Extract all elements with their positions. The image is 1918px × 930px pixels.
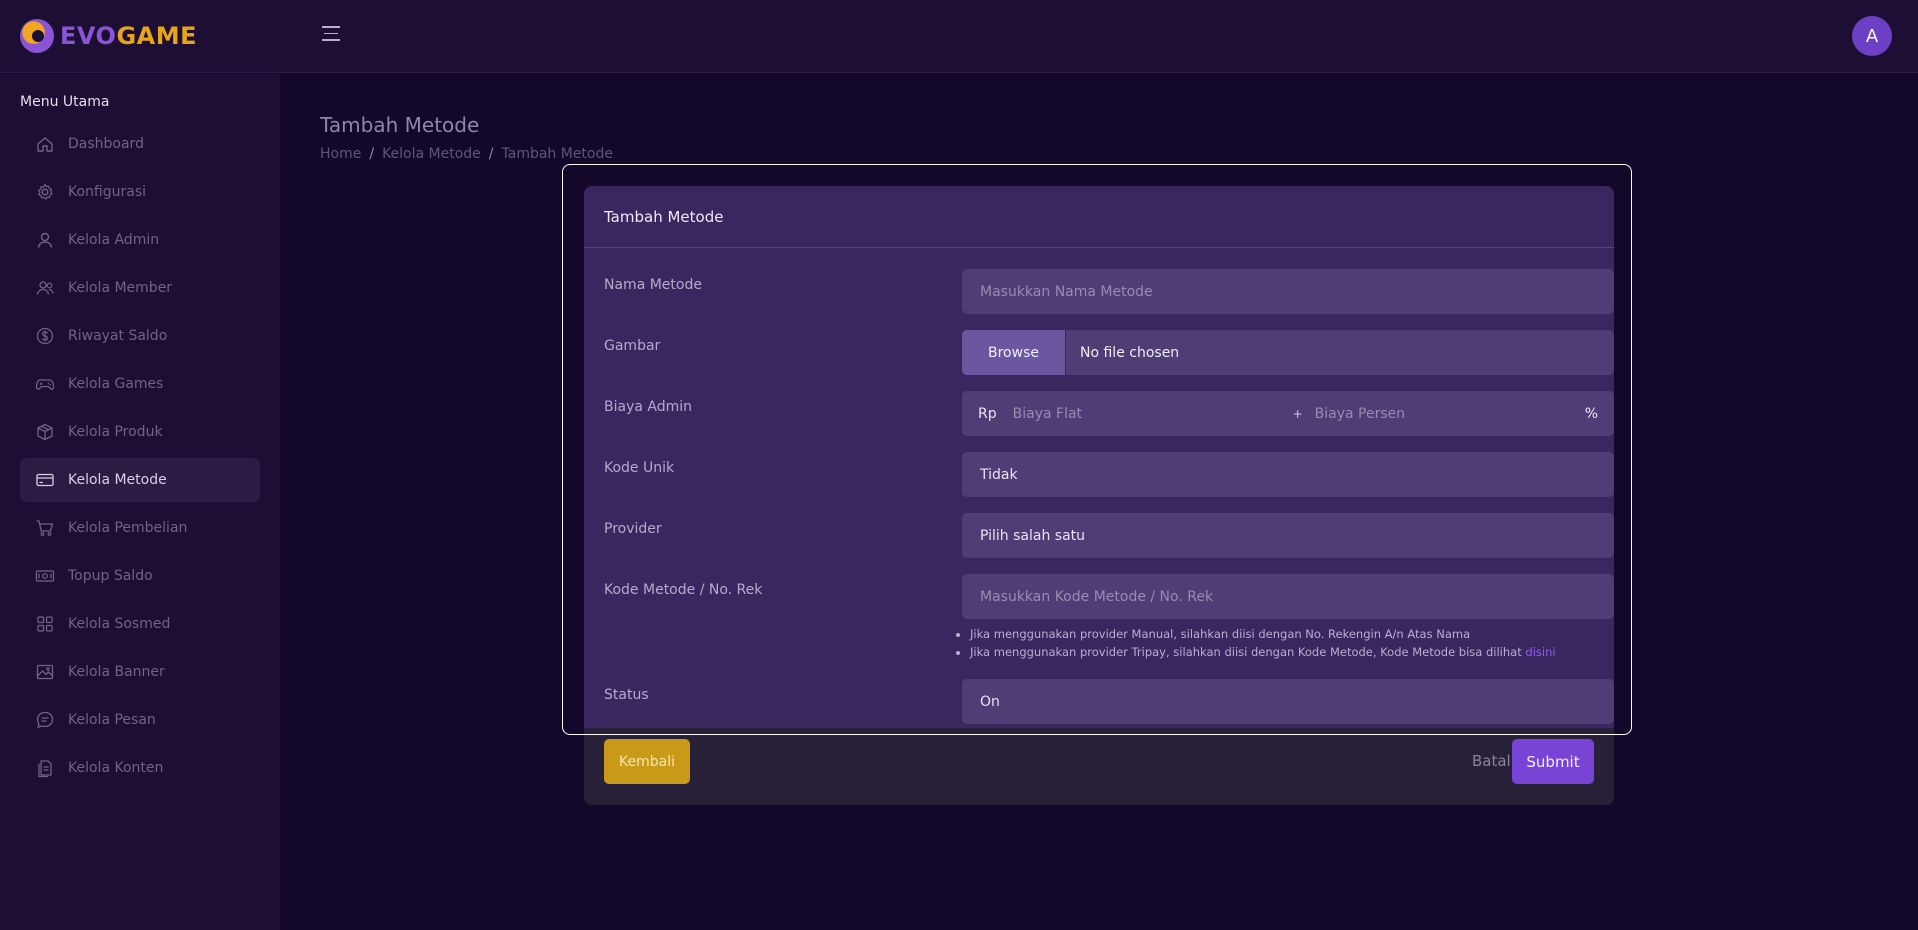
biaya-admin-group: Rp Biaya Flat + Biaya Persen % xyxy=(962,391,1614,436)
provider-select[interactable]: Pilih salah satu xyxy=(962,513,1614,558)
sidebar: Menu Utama Dashboard Konfigurasi Kelola Ad… xyxy=(0,74,280,930)
percent-suffix: % xyxy=(1584,405,1598,422)
dollar-icon xyxy=(34,325,56,347)
breadcrumb-separator: / xyxy=(488,146,494,162)
kode-unik-label: Kode Unik xyxy=(604,460,675,476)
currency-prefix: Rp xyxy=(978,405,997,422)
hint-manual: Jika menggunakan provider Manual, silahk… xyxy=(970,627,1556,641)
card-title: Tambah Metode xyxy=(584,186,1614,248)
sidebar-item-label: Kelola Games xyxy=(68,376,164,392)
submit-button[interactable]: Submit xyxy=(1512,739,1594,784)
sidebar-item-konfigurasi[interactable]: Konfigurasi xyxy=(20,170,260,214)
sidebar-item-label: Kelola Pembelian xyxy=(68,520,188,536)
user-icon xyxy=(34,229,56,251)
top-navbar: EVOGAME A xyxy=(0,0,1918,73)
tambah-metode-card: Tambah Metode Nama Metode Masukkan Nama … xyxy=(584,186,1614,805)
kode-metode-label: Kode Metode / No. Rek xyxy=(604,582,763,598)
sidebar-item-topup-saldo[interactable]: Topup Saldo xyxy=(20,554,260,598)
hamburger-menu-icon[interactable] xyxy=(322,26,340,44)
sidebar-item-kelola-metode[interactable]: Kelola Metode xyxy=(20,458,260,502)
sidebar-item-label: Kelola Member xyxy=(68,280,173,296)
sidebar-item-kelola-games[interactable]: Kelola Games xyxy=(20,362,260,406)
biaya-flat-input[interactable]: Biaya Flat xyxy=(1013,406,1293,422)
chat-icon xyxy=(34,709,56,731)
provider-label: Provider xyxy=(604,521,662,537)
users-icon xyxy=(34,277,56,299)
breadcrumb-current: Tambah Metode xyxy=(501,146,614,162)
kode-metode-hints: Jika menggunakan provider Manual, silahk… xyxy=(956,627,1556,663)
evogame-logo-icon xyxy=(20,19,54,53)
sidebar-item-label: Kelola Banner xyxy=(68,664,165,680)
biaya-persen-input[interactable]: Biaya Persen xyxy=(1315,406,1585,422)
kode-metode-input[interactable]: Masukkan Kode Metode / No. Rek xyxy=(962,574,1614,619)
sidebar-item-kelola-produk[interactable]: Kelola Produk xyxy=(20,410,260,454)
sidebar-item-kelola-konten[interactable]: Kelola Konten xyxy=(20,746,260,790)
brand-name-part1: EVO xyxy=(60,22,117,50)
sidebar-item-label: Kelola Metode xyxy=(68,472,167,488)
user-avatar[interactable]: A xyxy=(1852,16,1892,56)
hint-manual-text: Jika menggunakan provider Manual, silahk… xyxy=(970,627,1471,641)
nama-metode-label: Nama Metode xyxy=(604,277,702,293)
document-icon xyxy=(34,757,56,779)
file-status-text: No file chosen xyxy=(1080,344,1180,361)
breadcrumb-separator: / xyxy=(369,146,375,162)
card-icon xyxy=(34,469,56,491)
cash-icon xyxy=(34,565,56,587)
sidebar-item-dashboard[interactable]: Dashboard xyxy=(20,122,260,166)
cart-icon xyxy=(34,517,56,539)
brand-name-part2: GAME xyxy=(116,22,198,50)
disini-link[interactable]: disini xyxy=(1525,645,1555,659)
brand-logo[interactable]: EVOGAME xyxy=(20,18,197,54)
sidebar-item-label: Konfigurasi xyxy=(68,184,147,200)
sidebar-item-kelola-pesan[interactable]: Kelola Pesan xyxy=(20,698,260,742)
sidebar-title: Menu Utama xyxy=(20,94,110,110)
sidebar-item-label: Kelola Admin xyxy=(68,232,160,248)
sidebar-item-label: Dashboard xyxy=(68,136,144,152)
box-icon xyxy=(34,421,56,443)
kembali-button[interactable]: Kembali xyxy=(604,739,690,784)
gamepad-icon xyxy=(34,373,56,395)
sidebar-item-label: Kelola Sosmed xyxy=(68,616,171,632)
page-title: Tambah Metode xyxy=(320,113,480,137)
sidebar-item-label: Kelola Produk xyxy=(68,424,163,440)
brand-name: EVOGAME xyxy=(60,22,197,50)
kode-unik-select[interactable]: Tidak xyxy=(962,452,1614,497)
status-label: Status xyxy=(604,687,649,703)
sidebar-item-label: Kelola Konten xyxy=(68,760,164,776)
hint-tripay: Jika menggunakan provider Tripay, silahk… xyxy=(970,645,1556,659)
sidebar-item-kelola-member[interactable]: Kelola Member xyxy=(20,266,260,310)
sidebar-item-label: Topup Saldo xyxy=(68,568,153,584)
nama-metode-input[interactable]: Masukkan Nama Metode xyxy=(962,269,1614,314)
biaya-admin-label: Biaya Admin xyxy=(604,399,693,415)
hint-tripay-text: Jika menggunakan provider Tripay, silahk… xyxy=(970,645,1522,659)
sidebar-item-kelola-sosmed[interactable]: Kelola Sosmed xyxy=(20,602,260,646)
image-icon xyxy=(34,661,56,683)
home-icon xyxy=(34,133,56,155)
batal-button[interactable]: Batal xyxy=(1472,752,1511,770)
card-footer: Kembali Batal Submit xyxy=(584,728,1614,805)
browse-button[interactable]: Browse xyxy=(962,330,1066,375)
gambar-label: Gambar xyxy=(604,338,661,354)
sidebar-item-kelola-banner[interactable]: Kelola Banner xyxy=(20,650,260,694)
plus-sign: + xyxy=(1292,406,1303,421)
sidebar-item-riwayat-saldo[interactable]: Riwayat Saldo xyxy=(20,314,260,358)
breadcrumb: Home / Kelola Metode / Tambah Metode xyxy=(320,146,613,162)
grid-icon xyxy=(34,613,56,635)
status-select[interactable]: On xyxy=(962,679,1614,724)
gambar-file-input[interactable]: Browse No file chosen xyxy=(962,330,1614,375)
sidebar-item-kelola-admin[interactable]: Kelola Admin xyxy=(20,218,260,262)
breadcrumb-home[interactable]: Home xyxy=(320,146,361,162)
sidebar-item-kelola-pembelian[interactable]: Kelola Pembelian xyxy=(20,506,260,550)
gear-icon xyxy=(34,181,56,203)
sidebar-menu: Dashboard Konfigurasi Kelola Admin Kelola M… xyxy=(20,122,260,794)
breadcrumb-kelola-metode[interactable]: Kelola Metode xyxy=(382,146,481,162)
sidebar-item-label: Riwayat Saldo xyxy=(68,328,168,344)
sidebar-item-label: Kelola Pesan xyxy=(68,712,156,728)
